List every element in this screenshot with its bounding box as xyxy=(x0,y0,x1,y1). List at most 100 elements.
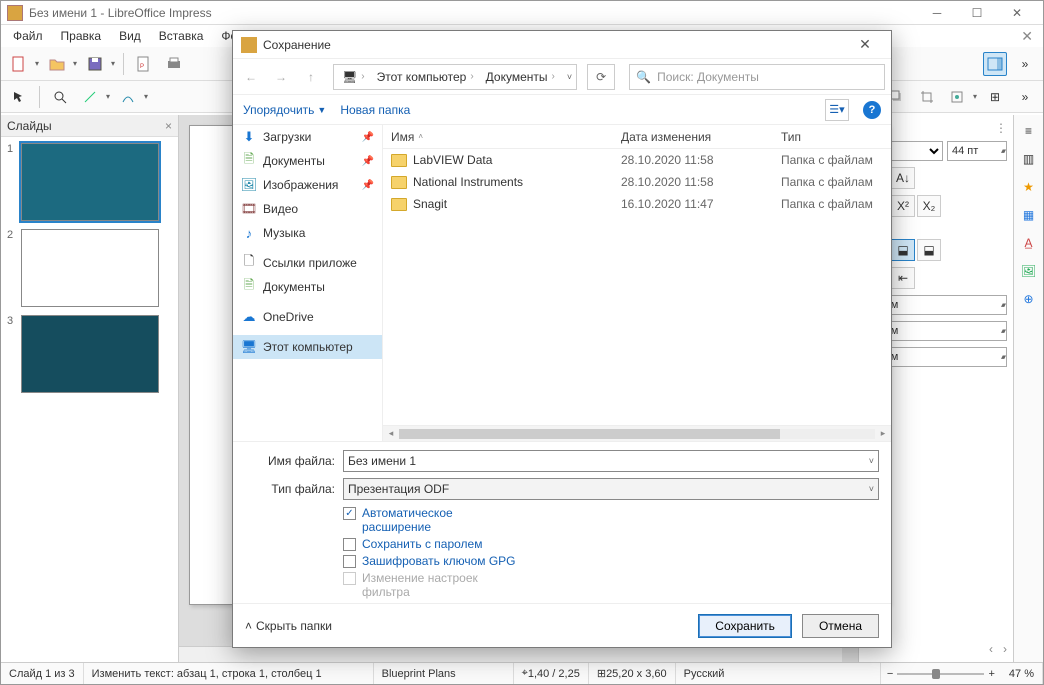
encrypt-gpg-checkbox[interactable]: Зашифровать ключом GPG xyxy=(343,554,523,568)
toolbar-overflow-button[interactable]: » xyxy=(1013,52,1037,76)
hide-folders-toggle[interactable]: ˄ Скрыть папки xyxy=(245,619,332,633)
slide-thumb-3[interactable]: 3 xyxy=(7,315,172,393)
auto-extension-checkbox[interactable]: ✓Автоматическое расширение xyxy=(343,506,523,534)
filetype-select[interactable]: Презентация ODF˅ xyxy=(343,478,879,500)
dialog-title: Сохранение xyxy=(263,38,847,52)
breadcrumb-dropdown-icon[interactable]: ˅ xyxy=(567,72,572,82)
filter-button[interactable] xyxy=(945,85,969,109)
new-doc-button[interactable] xyxy=(7,52,31,76)
refresh-button[interactable]: ⟳ xyxy=(587,64,615,90)
line-tool-button[interactable] xyxy=(78,85,102,109)
organize-button[interactable]: Упорядочить ▼ xyxy=(243,103,326,117)
caret-icon[interactable]: ▾ xyxy=(35,59,39,68)
styles-tab[interactable]: A̲ xyxy=(1017,231,1041,255)
file-list[interactable]: LabVIEW Data 28.10.2020 11:58 Папка с фа… xyxy=(383,149,891,425)
arrange-button[interactable]: ⊞ xyxy=(983,85,1007,109)
caret-icon[interactable]: ▾ xyxy=(106,92,110,101)
dialog-help-button[interactable]: ? xyxy=(863,101,881,119)
sidebar-item-documents[interactable]: 🗎Документы📌 xyxy=(233,149,382,173)
chevron-down-icon[interactable]: ˅ xyxy=(869,484,874,494)
window-maximize-button[interactable]: ☐ xyxy=(957,2,997,24)
toolbar2-overflow-button[interactable]: » xyxy=(1013,85,1037,109)
sidebar-toggle-button[interactable] xyxy=(983,52,1007,76)
zoom-tool-button[interactable] xyxy=(48,85,72,109)
sidebar-item-documents-2[interactable]: 🗎Документы xyxy=(233,275,382,299)
filename-input[interactable]: Без имени 1˅ xyxy=(343,450,879,472)
close-document-button[interactable]: ✕ xyxy=(1021,28,1033,45)
caret-icon[interactable]: ▾ xyxy=(973,92,977,101)
app-icon xyxy=(7,5,23,21)
column-date[interactable]: Дата изменения xyxy=(613,130,773,144)
slide-thumb-1[interactable]: 1 xyxy=(7,143,172,221)
slides-list[interactable]: 1 2 3 xyxy=(1,137,178,662)
select-tool-button[interactable] xyxy=(7,85,31,109)
align-bottom-button[interactable]: ⬓ xyxy=(917,239,941,261)
font-size-spin[interactable]: 44 пт xyxy=(947,141,1007,161)
zoom-slider[interactable]: −+ xyxy=(881,668,1001,680)
column-name[interactable]: Имя ˄ xyxy=(383,130,613,144)
navigator-tab[interactable]: ⊕ xyxy=(1017,287,1041,311)
animation-tab[interactable]: ★ xyxy=(1017,175,1041,199)
file-row[interactable]: LabVIEW Data 28.10.2020 11:58 Папка с фа… xyxy=(383,149,891,171)
breadcrumb-root-icon[interactable]: 🖥› xyxy=(338,70,369,84)
sidebar-item-onedrive[interactable]: ☁OneDrive xyxy=(233,305,382,329)
new-folder-button[interactable]: Новая папка xyxy=(340,103,410,117)
sidebar-item-downloads[interactable]: ⬇Загрузки📌 xyxy=(233,125,382,149)
status-edit-hint: Изменить текст: абзац 1, строка 1, столб… xyxy=(84,663,374,684)
decrease-indent-button[interactable]: ⇤ xyxy=(891,267,915,289)
decrease-font-button[interactable]: A↓ xyxy=(891,167,915,189)
slide-thumb-2[interactable]: 2 xyxy=(7,229,172,307)
sidebar-item-music[interactable]: ♪Музыка xyxy=(233,221,382,245)
menu-view[interactable]: Вид xyxy=(111,27,149,45)
print-button[interactable] xyxy=(162,52,186,76)
sidebar-tabs: ≡ ▥ ★ ▦ A̲ 🖼 ⊕ xyxy=(1013,115,1043,662)
superscript-button[interactable]: X² xyxy=(891,195,915,217)
sidebar-item-images[interactable]: 🖼Изображения📌 xyxy=(233,173,382,197)
sidebar-item-app-links[interactable]: 🗋Ссылки приложе xyxy=(233,251,382,275)
file-row[interactable]: Snagit 16.10.2020 11:47 Папка с файлам xyxy=(383,193,891,215)
menu-edit[interactable]: Правка xyxy=(53,27,110,45)
slide-transition-tab[interactable]: ▥ xyxy=(1017,147,1041,171)
slides-panel-close-button[interactable]: × xyxy=(165,119,172,133)
caret-icon[interactable]: ▾ xyxy=(144,92,148,101)
gallery-tab[interactable]: 🖼 xyxy=(1017,259,1041,283)
nav-back-button[interactable]: ← xyxy=(239,65,263,89)
save-button[interactable]: Сохранить xyxy=(698,614,792,638)
breadcrumb[interactable]: 🖥› Этот компьютер› Документы› ˅ xyxy=(333,64,577,90)
cancel-button[interactable]: Отмена xyxy=(802,614,879,638)
export-pdf-button[interactable]: P xyxy=(132,52,156,76)
file-list-scrollbar[interactable]: ◂▸ xyxy=(383,425,891,441)
menu-file[interactable]: Файл xyxy=(5,27,51,45)
sidebar-item-video[interactable]: 🎞Видео xyxy=(233,197,382,221)
caret-icon[interactable]: ▾ xyxy=(73,59,77,68)
save-button[interactable] xyxy=(83,52,107,76)
pin-icon: 📌 xyxy=(362,156,374,167)
folder-icon xyxy=(391,154,407,167)
view-mode-button[interactable]: ☰▾ xyxy=(825,99,849,121)
properties-tab[interactable]: ≡ xyxy=(1017,119,1041,143)
align-middle-button[interactable]: ⬓ xyxy=(891,239,915,261)
curve-tool-button[interactable] xyxy=(116,85,140,109)
dialog-close-button[interactable]: ✕ xyxy=(847,32,883,58)
nav-forward-button[interactable]: → xyxy=(269,65,293,89)
chevron-down-icon[interactable]: ˅ xyxy=(869,456,874,466)
subscript-button[interactable]: X₂ xyxy=(917,195,941,217)
menu-insert[interactable]: Вставка xyxy=(151,27,212,45)
nav-up-button[interactable]: ↑ xyxy=(299,65,323,89)
editor-scrollbar-horizontal[interactable] xyxy=(179,646,842,662)
file-list-header[interactable]: Имя ˄ Дата изменения Тип xyxy=(383,125,891,149)
file-row[interactable]: National Instruments 28.10.2020 11:58 Па… xyxy=(383,171,891,193)
crop-button[interactable] xyxy=(915,85,939,109)
window-close-button[interactable]: ✕ xyxy=(997,2,1037,24)
caret-icon[interactable]: ▾ xyxy=(111,59,115,68)
column-type[interactable]: Тип xyxy=(773,130,891,144)
sidebar-item-this-pc[interactable]: 🖥Этот компьютер xyxy=(233,335,382,359)
master-slides-tab[interactable]: ▦ xyxy=(1017,203,1041,227)
status-zoom[interactable]: 47 % xyxy=(1001,663,1043,684)
open-button[interactable] xyxy=(45,52,69,76)
window-minimize-button[interactable]: ─ xyxy=(917,2,957,24)
breadcrumb-seg-1[interactable]: Документы› xyxy=(482,70,559,84)
breadcrumb-seg-0[interactable]: Этот компьютер› xyxy=(373,70,478,84)
save-with-password-checkbox[interactable]: Сохранить с паролем xyxy=(343,537,523,551)
search-input[interactable]: 🔍 Поиск: Документы xyxy=(629,64,885,90)
